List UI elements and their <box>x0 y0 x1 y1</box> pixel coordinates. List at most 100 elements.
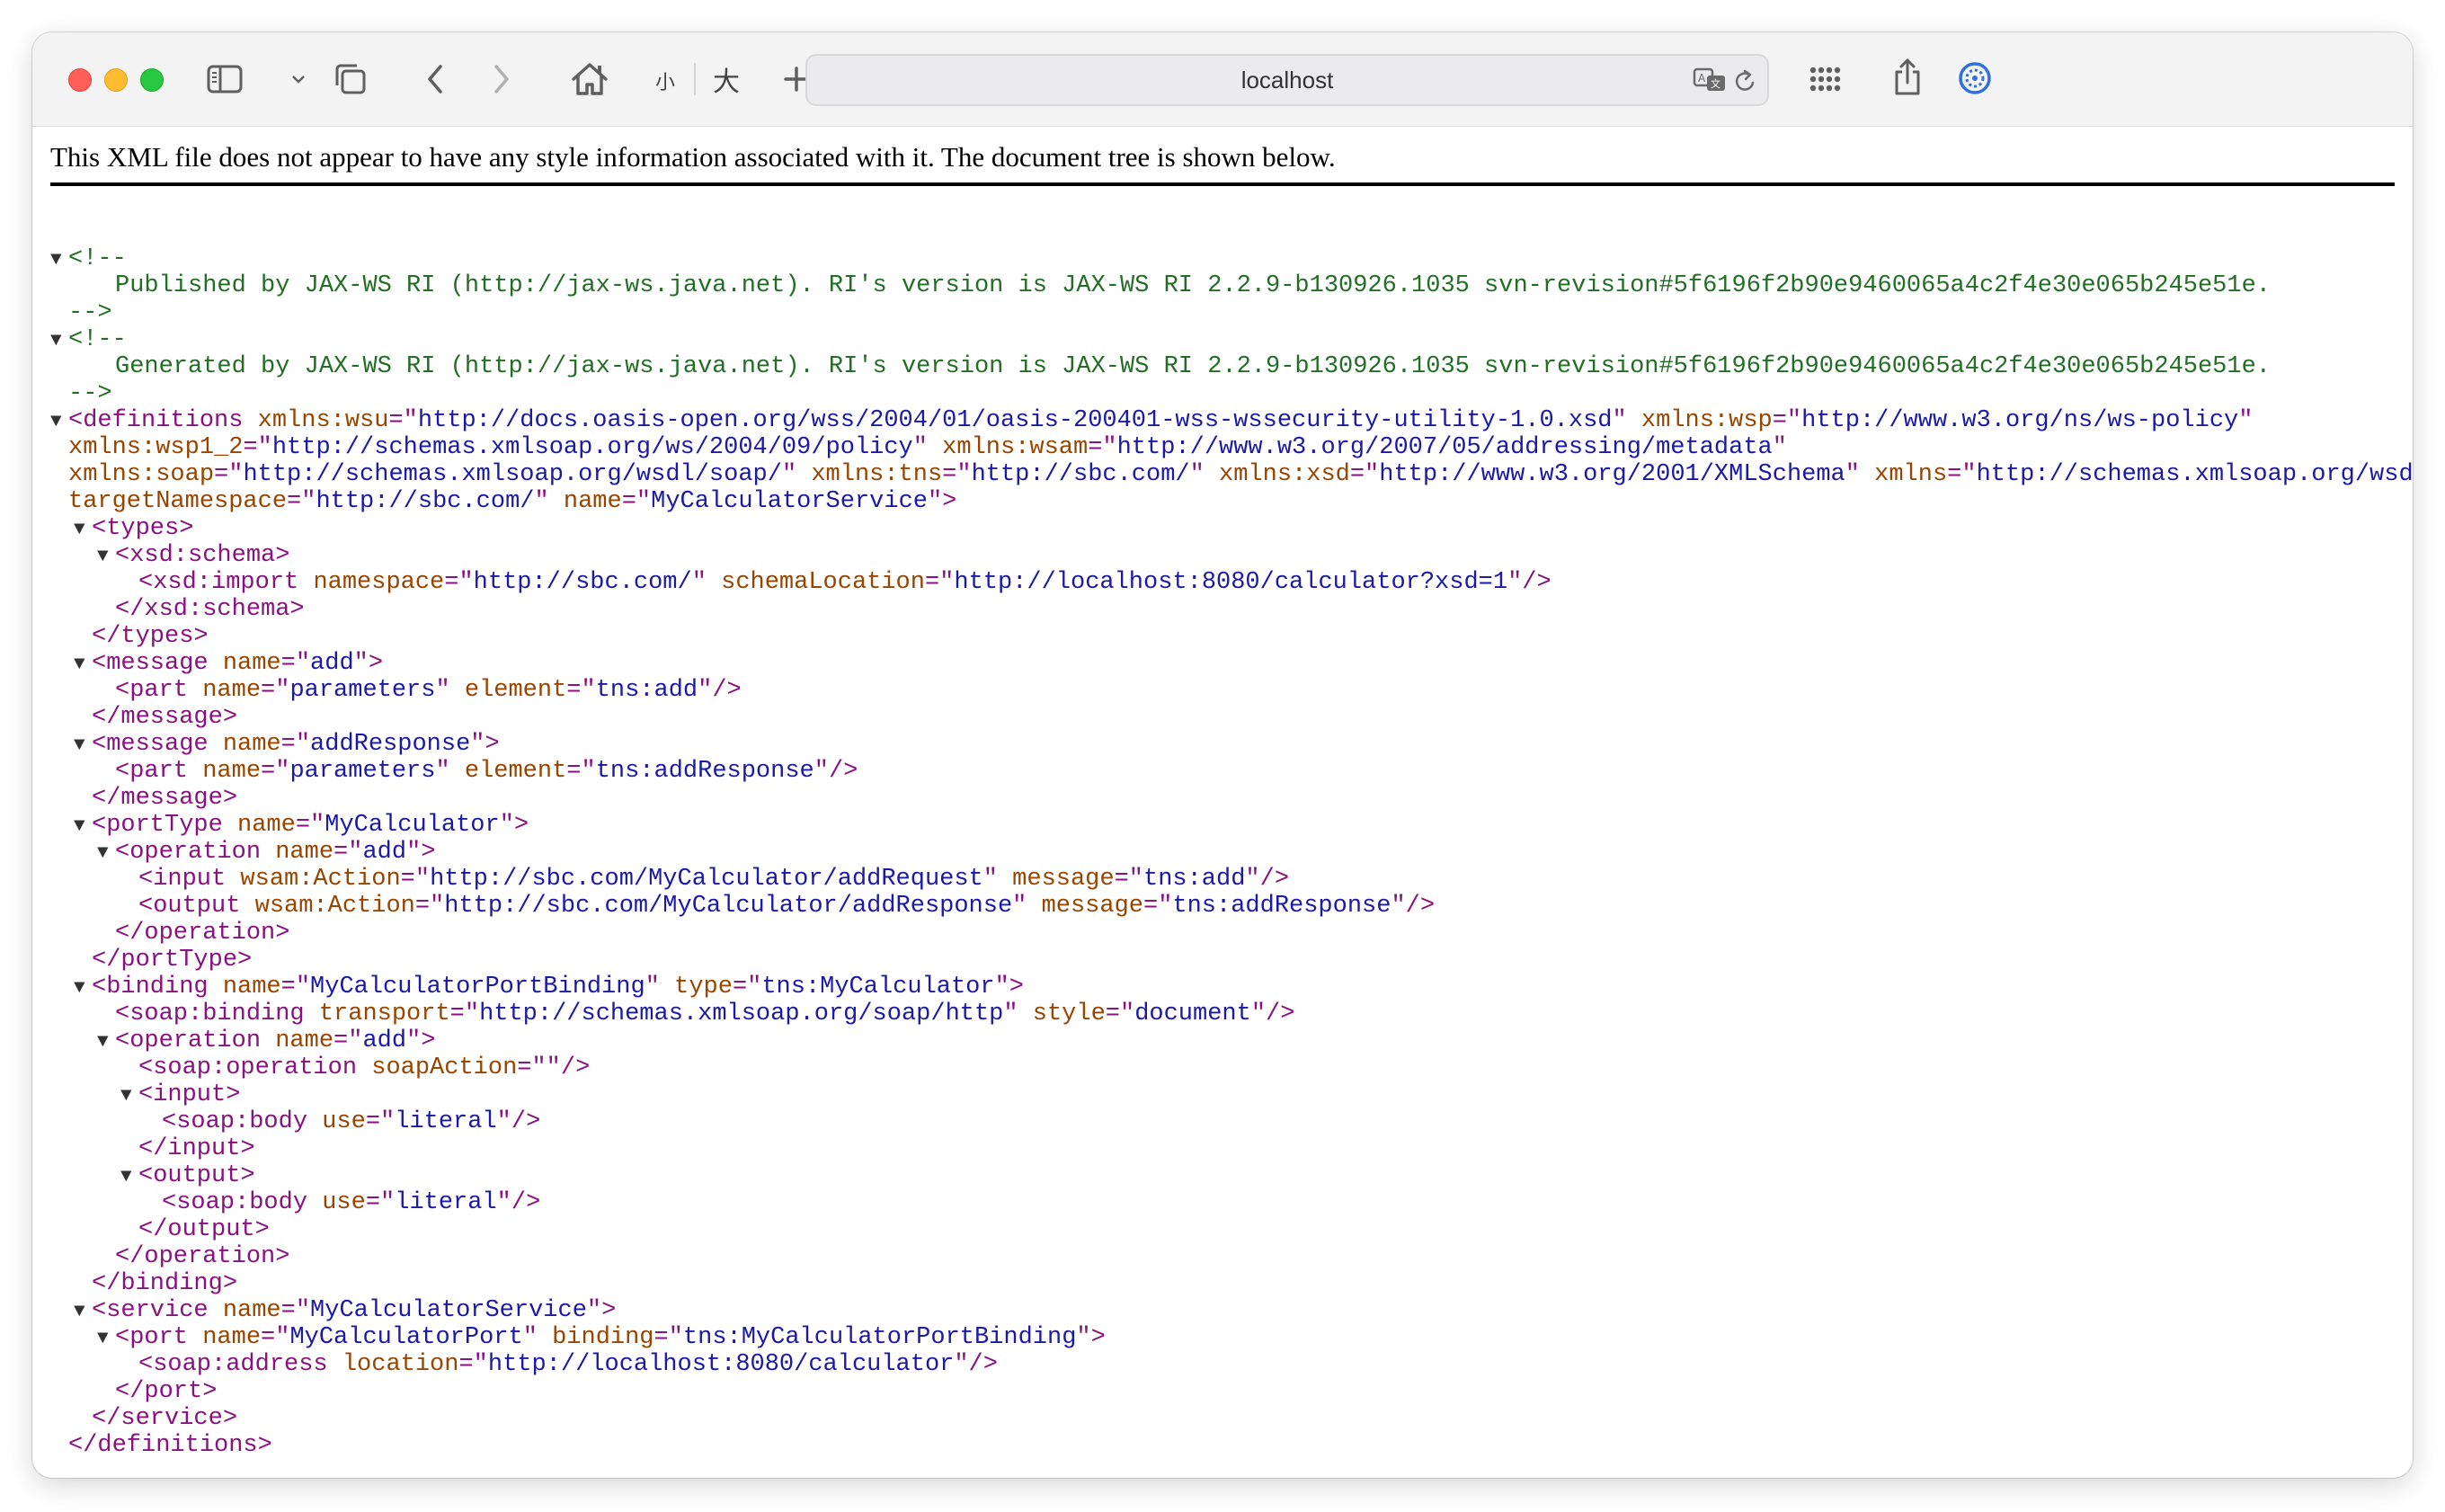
xml-attr-value: http://www.w3.org/2007/05/addressing/met… <box>1116 434 1773 461</box>
address-bar[interactable]: localhost A文 <box>805 54 1769 106</box>
xml-tag: "> <box>994 974 1024 1001</box>
xml-line: </definitions> <box>50 1432 2413 1459</box>
xml-tag: "/> <box>496 1189 541 1216</box>
collapse-toggle-icon[interactable]: ▼ <box>74 1299 92 1326</box>
xml-line: ▼ <message name="add"> <box>50 650 2413 677</box>
collapse-toggle-icon[interactable]: ▼ <box>74 975 92 1002</box>
xml-line: </message> <box>50 704 2413 731</box>
xml-line: <soap:binding transport="http://schemas.… <box>50 1001 2413 1027</box>
sidebar-icon[interactable] <box>205 61 244 97</box>
xml-attr-value: http://www.w3.org/ns/ws-policy <box>1801 407 2239 434</box>
xml-tag: <port <box>115 1324 189 1351</box>
share-icon[interactable] <box>1888 54 1927 101</box>
xml-tag: "/> <box>954 1351 998 1378</box>
close-window-button[interactable] <box>68 68 92 92</box>
xml-attr-name: message <box>1012 866 1115 893</box>
xml-attr-value: add <box>362 1027 407 1054</box>
xml-attr-value: http://schemas.xmlsoap.org/ws/2004/09/po… <box>271 434 913 461</box>
xml-attr-name: name <box>237 812 296 839</box>
xml-tag: </definitions> <box>68 1432 272 1459</box>
chevron-down-icon[interactable] <box>288 68 309 90</box>
xml-text <box>549 488 564 515</box>
xml-text <box>298 569 313 596</box>
xml-attr-name: binding <box>552 1324 654 1351</box>
xml-attr-name: name <box>202 758 262 785</box>
xml-text <box>1205 461 1219 488</box>
xml-tag: " <box>781 461 797 488</box>
xml-tag: <definitions <box>68 407 244 434</box>
xml-attr-value: addResponse <box>310 731 471 758</box>
font-smaller-button[interactable]: 小 <box>649 65 681 97</box>
collapse-toggle-icon[interactable]: ▼ <box>97 544 115 571</box>
xml-tag: </operation> <box>115 920 290 947</box>
xml-attr-value: http://schemas.xmlsoap.org/wsdl/ <box>1976 461 2413 488</box>
collapse-toggle-icon[interactable]: ▼ <box>120 1083 138 1110</box>
xml-tag: "> <box>470 731 500 758</box>
xml-attr-value: MyCalculatorService <box>310 1297 587 1324</box>
tabs-overview-icon[interactable] <box>331 59 370 99</box>
xml-line: </input> <box>50 1135 2413 1162</box>
xml-tag: <xsd:schema> <box>115 542 290 569</box>
xml-attr-value: http://sbc.com/ <box>473 569 692 596</box>
collapse-toggle-icon[interactable]: ▼ <box>97 1029 115 1056</box>
translate-icon[interactable]: A文 <box>1692 65 1728 95</box>
xml-tag: " <box>435 677 450 704</box>
grid-icon[interactable] <box>1805 61 1845 97</box>
collapse-toggle-icon[interactable]: ▼ <box>74 733 92 760</box>
xml-tag: <message <box>92 731 209 758</box>
xml-attr-name: xmlns:wsp <box>1640 407 1773 434</box>
xml-text <box>226 866 240 893</box>
xml-text <box>209 650 223 677</box>
xml-line: ▼ <xsd:schema> <box>50 542 2413 569</box>
xml-attr-name: xmlns:soap <box>68 461 215 488</box>
reload-icon[interactable] <box>1731 67 1760 95</box>
xml-tag: =" <box>388 407 418 434</box>
xml-text <box>1027 893 1041 920</box>
zoom-window-button[interactable] <box>140 68 164 92</box>
collapse-toggle-icon[interactable]: ▼ <box>74 517 92 544</box>
xml-line: </types> <box>50 623 2413 650</box>
xml-tag: " <box>912 434 928 461</box>
xml-tag: " <box>1012 893 1027 920</box>
xml-text <box>261 1027 275 1054</box>
home-icon[interactable] <box>568 58 611 101</box>
collapse-toggle-icon[interactable]: ▼ <box>74 814 92 840</box>
xml-tag: </port> <box>115 1378 218 1405</box>
xml-tag: =" <box>566 677 596 704</box>
xml-attr-value: tns:MyCalculatorPortBinding <box>682 1324 1077 1351</box>
collapse-toggle-icon[interactable]: ▼ <box>120 1164 138 1191</box>
font-larger-button[interactable]: 大 <box>708 61 744 97</box>
xml-tag: =" <box>365 1108 396 1135</box>
minimize-window-button[interactable] <box>104 68 128 92</box>
xml-line: <soap:address location="http://localhost… <box>50 1351 2413 1378</box>
xml-tag: =" <box>333 839 363 866</box>
xml-tag: "/> <box>1507 569 1551 596</box>
xml-text <box>1860 461 1874 488</box>
xml-line: </portType> <box>50 947 2413 974</box>
collapse-toggle-icon[interactable]: ▼ <box>50 328 68 355</box>
xml-attr-value: tns:add <box>1143 866 1246 893</box>
xml-tag: =" <box>1088 434 1117 461</box>
xml-tag: <types> <box>92 515 194 542</box>
xml-tag: <input> <box>138 1081 241 1108</box>
xml-text <box>188 758 202 785</box>
extension-icon[interactable] <box>1954 58 1996 99</box>
collapse-toggle-icon[interactable]: ▼ <box>74 652 92 679</box>
xml-tag: =" <box>295 812 325 839</box>
xml-attr-value: add <box>362 839 407 866</box>
xml-tag: =" <box>333 1027 363 1054</box>
collapse-toggle-icon[interactable]: ▼ <box>97 1326 115 1353</box>
xml-tag: =" <box>924 569 955 596</box>
collapse-toggle-icon[interactable]: ▼ <box>50 247 68 274</box>
xml-tag: <soap:address <box>138 1351 328 1378</box>
xml-tag: <operation <box>115 1027 262 1054</box>
collapse-toggle-icon[interactable]: ▼ <box>50 409 68 436</box>
back-icon[interactable] <box>417 59 453 99</box>
xml-tag: =" <box>243 434 272 461</box>
xml-attr-name: name <box>222 1297 281 1324</box>
xml-line: <soap:body use="literal"/> <box>50 1189 2413 1216</box>
forward-icon[interactable] <box>484 59 520 99</box>
collapse-toggle-icon[interactable]: ▼ <box>97 840 115 867</box>
xml-text <box>450 758 465 785</box>
xml-attr-value: literal <box>395 1189 497 1216</box>
